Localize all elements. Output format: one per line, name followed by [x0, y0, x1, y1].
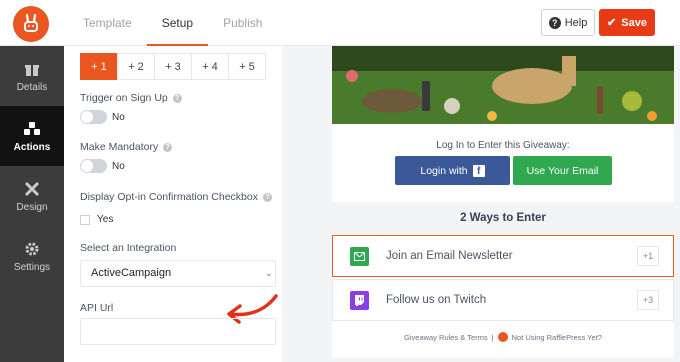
help-icon[interactable]: ?: [172, 93, 182, 103]
actions-icon: [23, 120, 41, 138]
optin-checkbox-row: Yes: [80, 214, 113, 225]
footer-separator: |: [491, 332, 494, 342]
points-option-2[interactable]: + 2: [117, 53, 155, 80]
sidebar-item-design[interactable]: Design: [0, 166, 64, 226]
sidebar-item-details[interactable]: Details: [0, 46, 64, 106]
trigger-toggle-row: No: [80, 110, 125, 124]
sidebar: Details Actions Design Settings: [0, 46, 64, 362]
tab-template[interactable]: Template: [68, 0, 147, 46]
sidebar-item-actions[interactable]: Actions: [0, 106, 64, 166]
entry-follow-twitch[interactable]: Follow us on Twitch +3: [332, 279, 674, 321]
points-option-3[interactable]: + 3: [154, 53, 192, 80]
chevron-down-icon: ⌄: [264, 268, 273, 279]
save-label: Save: [621, 16, 647, 29]
mandatory-toggle-row: No: [80, 159, 125, 173]
integration-label: Select an Integration: [80, 242, 177, 254]
preview-footer: Giveaway Rules & Terms | Not Using Raffl…: [332, 332, 674, 342]
tab-publish[interactable]: Publish: [208, 0, 277, 46]
points-option-5[interactable]: + 5: [228, 53, 266, 80]
mandatory-toggle[interactable]: [80, 159, 107, 173]
sidebar-item-label: Actions: [13, 141, 51, 153]
question-icon: ?: [548, 16, 561, 29]
help-label: Help: [564, 16, 588, 29]
points-selector: + 1 + 2 + 3 + 4 + 5: [80, 53, 266, 80]
sidebar-item-settings[interactable]: Settings: [0, 226, 64, 286]
trigger-label: Trigger on Sign Up: [80, 92, 168, 104]
action-settings-panel: + 1 + 2 + 3 + 4 + 5 Trigger on Sign Up ?…: [64, 46, 282, 362]
integration-value: ActiveCampaign: [91, 267, 172, 279]
check-icon: ✔: [607, 17, 617, 29]
trigger-label-row: Trigger on Sign Up ?: [80, 92, 182, 104]
mandatory-label-row: Make Mandatory ?: [80, 141, 173, 153]
top-bar: Template Setup Publish ? Help ✔ Save: [0, 0, 680, 46]
promo-link[interactable]: Not Using RafflePress Yet?: [512, 333, 602, 342]
trigger-value: No: [112, 111, 125, 123]
mandatory-label: Make Mandatory: [80, 141, 159, 153]
trigger-toggle[interactable]: [80, 110, 107, 124]
entry-label: Follow us on Twitch: [386, 294, 487, 306]
entry-email-newsletter[interactable]: Join an Email Newsletter +1: [332, 235, 674, 277]
top-tabs: Template Setup Publish: [68, 0, 277, 46]
integration-select[interactable]: ActiveCampaign ⌄: [80, 260, 276, 287]
tab-setup[interactable]: Setup: [146, 0, 209, 46]
entry-points: +3: [637, 290, 659, 310]
help-icon[interactable]: ?: [263, 192, 272, 202]
mandatory-value: No: [112, 160, 125, 172]
rabbit-logo-icon: [24, 13, 38, 32]
optin-checkbox[interactable]: [80, 214, 90, 225]
envelope-icon: [350, 246, 369, 266]
login-facebook-button[interactable]: Login with f: [395, 156, 510, 185]
api-url-label: API Url: [80, 302, 114, 314]
sidebar-item-label: Design: [16, 201, 48, 213]
gift-icon: [23, 60, 41, 78]
help-button[interactable]: ? Help: [541, 9, 595, 36]
rules-link[interactable]: Giveaway Rules & Terms: [404, 333, 488, 342]
login-email-button[interactable]: Use Your Email: [513, 156, 612, 185]
rafflepress-logo[interactable]: [13, 6, 49, 42]
login-facebook-label: Login with: [420, 164, 468, 177]
giveaway-preview: Log In to Enter this Giveaway: Login wit…: [332, 46, 674, 358]
sidebar-item-label: Settings: [13, 261, 51, 273]
api-url-input[interactable]: [80, 318, 276, 345]
help-icon[interactable]: ?: [163, 142, 173, 152]
giveaway-hero-image: [332, 46, 674, 124]
design-icon: [23, 180, 41, 198]
entry-points: +1: [637, 246, 659, 266]
optin-label: Display Opt-in Confirmation Checkbox: [80, 191, 258, 203]
points-option-4[interactable]: + 4: [191, 53, 229, 80]
rafflepress-mini-logo-icon: [497, 332, 508, 342]
sidebar-item-label: Details: [16, 81, 48, 93]
save-button[interactable]: ✔ Save: [599, 9, 655, 36]
gear-icon: [23, 240, 41, 258]
points-option-1[interactable]: + 1: [80, 53, 118, 80]
entry-label: Join an Email Newsletter: [386, 250, 513, 262]
optin-value: Yes: [97, 214, 114, 225]
ways-to-enter-title: 2 Ways to Enter: [332, 202, 674, 234]
facebook-icon: f: [472, 164, 485, 177]
login-title: Log In to Enter this Giveaway:: [436, 140, 570, 151]
twitch-icon: [350, 290, 369, 310]
optin-label-row: Display Opt-in Confirmation Checkbox ?: [80, 191, 272, 203]
